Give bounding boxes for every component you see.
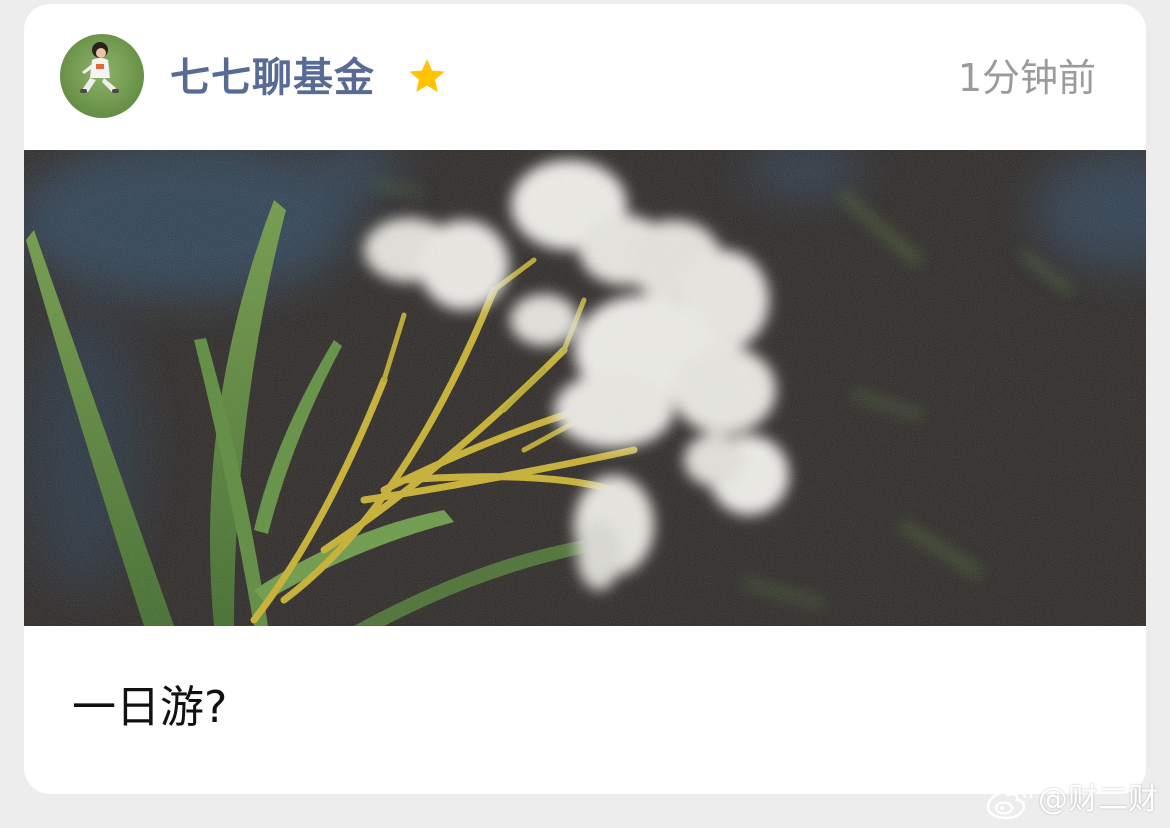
- post-timestamp: 1分钟前: [957, 56, 1096, 100]
- weibo-watermark: @财二财: [986, 778, 1158, 822]
- post-text: 一日游?: [72, 682, 228, 733]
- post-header: 七七聊基金 1分钟前: [24, 4, 1146, 150]
- weibo-logo-icon: [986, 784, 1033, 820]
- post-card: 七七聊基金 1分钟前 一日游?: [24, 4, 1146, 794]
- author-name[interactable]: 七七聊基金: [170, 52, 375, 104]
- watermark-text: @财二财: [1038, 782, 1158, 817]
- avatar[interactable]: [60, 34, 144, 118]
- star-icon: [409, 59, 445, 93]
- post-photo[interactable]: [24, 150, 1146, 626]
